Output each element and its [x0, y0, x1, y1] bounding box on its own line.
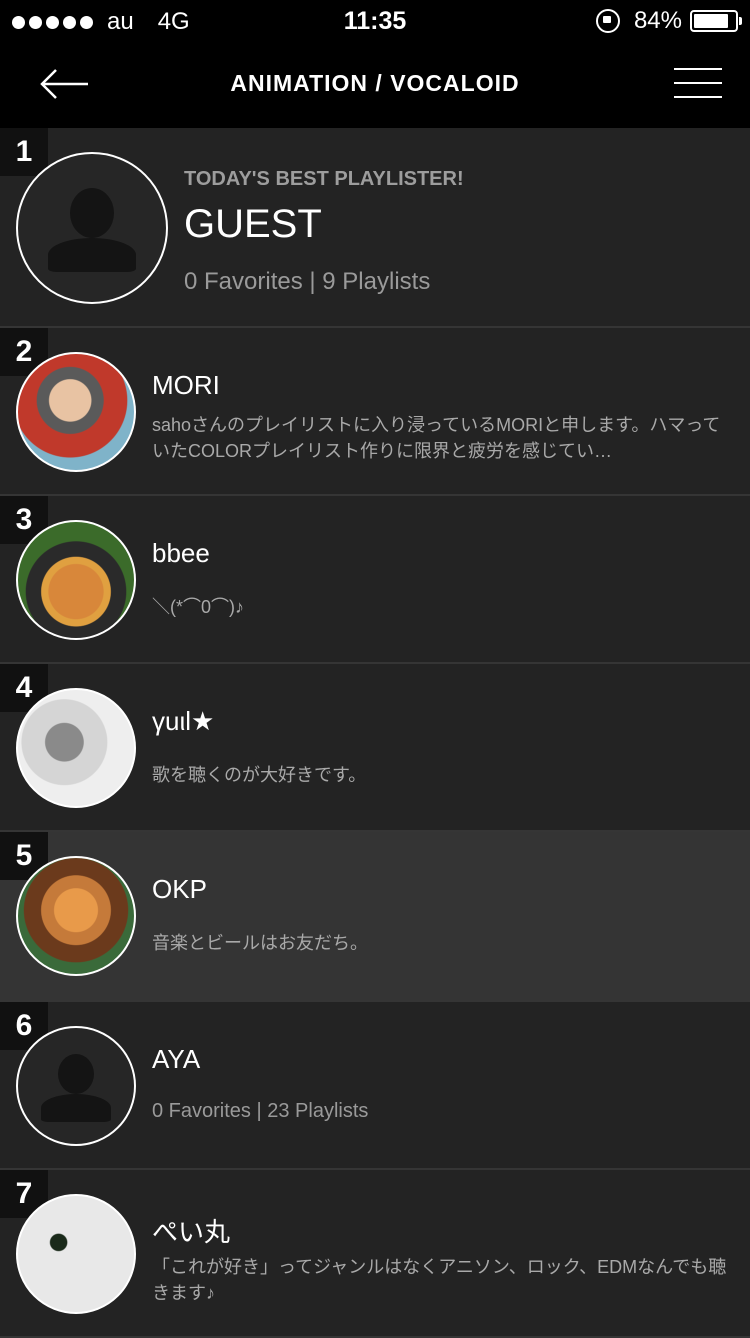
nav-bar: ANIMATION / VOCALOID [0, 42, 750, 128]
menu-icon[interactable] [674, 68, 722, 100]
list-item[interactable]: 3 bbee ＼(*⌒0⌒)♪ [0, 496, 750, 664]
list-item[interactable]: 2 MORI sahoさんのプレイリストに入り浸っているMORIと申します。ハマ… [0, 328, 750, 496]
user-name: OKP [152, 874, 207, 904]
list-item[interactable]: 5 OKP 音楽とビールはお友だち。 [0, 832, 750, 1002]
battery-icon [690, 10, 742, 32]
user-description: 「これが好き」ってジャンルはなくアニソン、ロック、EDMなんでも聴きます♪ [152, 1257, 727, 1303]
avatar [16, 688, 136, 808]
user-name: MORI [152, 370, 220, 400]
user-description: ＼(*⌒0⌒)♪ [152, 597, 245, 617]
user-description: 歌を聴くのが大好きです。 [152, 765, 367, 785]
playlister-list: 1 TODAY'S BEST PLAYLISTER! GUEST 0 Favor… [0, 128, 750, 1338]
list-item[interactable]: 6 AYA 0 Favorites | 23 Playlists [0, 1002, 750, 1170]
user-name: GUEST [184, 202, 322, 246]
page-title: ANIMATION / VOCALOID [230, 70, 520, 96]
battery-percent: 84% [633, 7, 682, 34]
status-right: 84% [595, 7, 742, 35]
best-playlister-label: TODAY'S BEST PLAYLISTER! [184, 168, 464, 190]
list-item[interactable]: 1 TODAY'S BEST PLAYLISTER! GUEST 0 Favor… [0, 128, 750, 328]
list-item[interactable]: 4 γuιl★ 歌を聴くのが大好きです。 [0, 664, 750, 832]
avatar [16, 152, 168, 304]
avatar [16, 856, 136, 976]
user-name: AYA [152, 1044, 201, 1074]
status-bar: au 4G 11:35 84% [0, 0, 750, 42]
avatar [16, 1026, 136, 1146]
rotation-lock-icon [595, 9, 620, 33]
list-item[interactable]: 7 ぺい丸 「これが好き」ってジャンルはなくアニソン、ロック、EDMなんでも聴き… [0, 1170, 750, 1338]
avatar [16, 1194, 136, 1314]
user-stats: 0 Favorites | 9 Playlists [184, 268, 431, 295]
user-description: 音楽とビールはお友だち。 [152, 933, 368, 953]
rank-badge: 1 [0, 128, 48, 176]
user-name: bbee [152, 538, 210, 568]
user-description: sahoさんのプレイリストに入り浸っているMORIと申します。ハマっていたCOL… [152, 415, 721, 461]
avatar [16, 352, 136, 472]
user-name: ぺい丸 [152, 1217, 231, 1247]
user-stats: 0 Favorites | 23 Playlists [152, 1100, 369, 1122]
user-name: γuιl★ [152, 706, 215, 736]
avatar [16, 520, 136, 640]
